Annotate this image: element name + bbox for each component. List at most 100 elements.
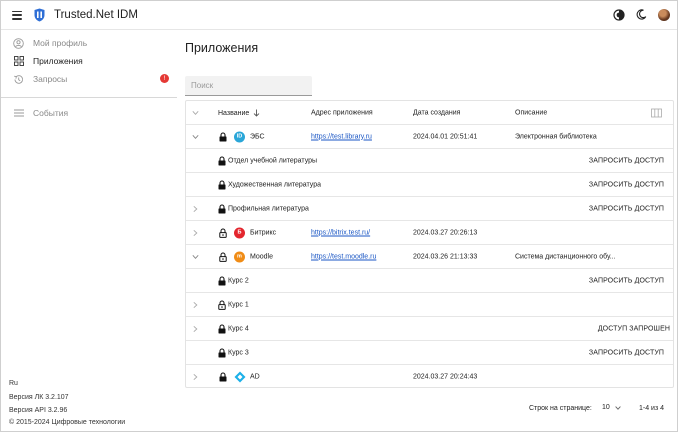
- table-row-resource: Курс 1: [186, 293, 673, 317]
- rows-per-page-select[interactable]: 10: [602, 404, 621, 411]
- lock-icon: [219, 131, 227, 141]
- sidebar-item-applications[interactable]: Приложения: [1, 52, 177, 70]
- table-row-resource: Курс 2 ЗАПРОСИТЬ ДОСТУП: [186, 269, 673, 293]
- lock-icon: [218, 275, 226, 285]
- request-access-button[interactable]: ЗАПРОСИТЬ ДОСТУП: [589, 349, 664, 356]
- app-window: Trusted.Net IDM Мой профиль Приложения З…: [0, 0, 678, 432]
- collapse-icon[interactable]: [192, 253, 199, 260]
- request-access-button[interactable]: ЗАПРОСИТЬ ДОСТУП: [589, 181, 664, 188]
- sidebar-item-label: Запросы: [33, 74, 68, 84]
- table-header-row: Название Адрес приложения Дата создания …: [186, 101, 673, 125]
- rows-per-page-label: Строк на странице:: [529, 405, 592, 412]
- resource-name: Курс 4: [228, 325, 249, 332]
- lk-version: Версия ЛК 3.2.107: [9, 394, 69, 401]
- app-description: Система дистанционного обу...: [515, 253, 616, 260]
- chevron-right-icon[interactable]: [192, 205, 199, 212]
- collapse-icon[interactable]: [192, 133, 199, 140]
- language-switch[interactable]: Ru: [9, 380, 18, 387]
- lock-open-icon: [218, 300, 226, 310]
- app-name: Moodle: [250, 253, 273, 260]
- pagination-range: 1-4 из 4: [639, 405, 665, 412]
- column-header-description[interactable]: Описание: [515, 109, 547, 116]
- lock-icon: [218, 179, 226, 189]
- bitrix-logo-icon: Б: [234, 227, 245, 238]
- column-header-url[interactable]: Адрес приложения: [311, 109, 373, 116]
- sidebar-item-profile[interactable]: Мой профиль: [1, 34, 177, 52]
- app-name: AD: [250, 373, 260, 380]
- request-access-button[interactable]: ЗАПРОСИТЬ ДОСТУП: [589, 277, 664, 284]
- sidebar-divider: [1, 97, 177, 98]
- applications-table: Название Адрес приложения Дата создания …: [185, 100, 674, 388]
- table-row-app-ad[interactable]: AD 2024.03.27 20:24:43: [186, 365, 673, 388]
- request-access-button[interactable]: ЗАПРОСИТЬ ДОСТУП: [589, 157, 664, 164]
- app-name: Битрикс: [250, 229, 277, 236]
- column-header-date[interactable]: Дата создания: [413, 109, 460, 116]
- page-title: Приложения: [185, 41, 259, 55]
- columns-icon[interactable]: [651, 108, 662, 117]
- table-row-resource: Профильная литература ЗАПРОСИТЬ ДОСТУП: [186, 197, 673, 221]
- app-date: 2024.03.27 20:26:13: [413, 229, 478, 236]
- request-access-button[interactable]: ЗАПРОСИТЬ ДОСТУП: [589, 205, 664, 212]
- app-date: 2024.03.27 20:24:43: [413, 373, 478, 380]
- moon-icon[interactable]: [635, 8, 648, 21]
- sidebar: Мой профиль Приложения Запросы ! События…: [1, 30, 177, 431]
- rows-per-page-value: 10: [602, 404, 610, 411]
- lock-icon: [218, 347, 226, 357]
- moodle-logo-icon: m: [234, 251, 245, 262]
- lock-icon: [218, 155, 226, 165]
- chevron-right-icon[interactable]: [192, 229, 199, 236]
- search-input[interactable]: [185, 76, 312, 96]
- resource-name: Профильная литература: [228, 205, 309, 212]
- resource-name: Курс 2: [228, 277, 249, 284]
- ebs-logo-icon: ID: [234, 131, 245, 142]
- resource-name: Курс 3: [228, 349, 249, 356]
- lock-icon: [219, 371, 227, 381]
- table-row-resource: Курс 3 ЗАПРОСИТЬ ДОСТУП: [186, 341, 673, 365]
- top-app-bar: Trusted.Net IDM: [1, 1, 677, 30]
- lock-open-icon: [219, 252, 227, 262]
- column-header-label: Название: [218, 109, 250, 117]
- copyright: © 2015-2024 Цифровые технологии: [9, 419, 126, 426]
- sort-arrow-down-icon: [253, 109, 260, 117]
- sidebar-item-events[interactable]: События: [1, 104, 177, 122]
- sidebar-item-requests[interactable]: Запросы !: [1, 70, 177, 88]
- app-description: Электронная библиотека: [515, 133, 597, 140]
- resource-name: Отдел учебной литературы: [228, 157, 318, 164]
- table-row-resource: Художественная литература ЗАПРОСИТЬ ДОСТ…: [186, 173, 673, 197]
- apps-grid-icon: [13, 56, 24, 67]
- chevron-right-icon[interactable]: [192, 373, 199, 380]
- table-row-app-ebs[interactable]: ID ЭБС https://test.library.ru 2024.04.0…: [186, 125, 673, 149]
- trusted-logo-icon: [34, 8, 45, 22]
- resource-name: Курс 1: [228, 301, 249, 308]
- table-row-app-moodle[interactable]: m Moodle https://test.moodle.ru 2024.03.…: [186, 245, 673, 269]
- main-content: Приложения Название Адрес приложения Дат…: [177, 30, 677, 431]
- column-header-name[interactable]: Название: [218, 109, 260, 117]
- history-icon: [13, 74, 24, 85]
- avatar[interactable]: [658, 8, 670, 21]
- access-requested-status: ДОСТУП ЗАПРОШЕН: [597, 325, 670, 332]
- expand-all-icon[interactable]: [192, 109, 199, 116]
- app-date: 2024.04.01 20:51:41: [413, 133, 478, 140]
- app-title: Trusted.Net IDM: [54, 9, 138, 21]
- list-lines-icon: [13, 108, 24, 119]
- app-date: 2024.03.26 21:13:33: [413, 253, 478, 260]
- account-circle-icon: [13, 37, 24, 49]
- table-row-app-bitrix[interactable]: Б Битрикс https://bitrix.test.ru/ 2024.0…: [186, 221, 673, 245]
- requests-badge: !: [160, 74, 169, 83]
- lock-icon: [218, 323, 226, 333]
- contrast-icon[interactable]: [612, 8, 625, 21]
- chevron-right-icon[interactable]: [192, 325, 199, 332]
- app-url-link[interactable]: https://test.moodle.ru: [311, 253, 376, 260]
- lock-open-icon: [219, 228, 227, 238]
- sidebar-item-label: События: [33, 108, 69, 118]
- app-name: ЭБС: [250, 133, 265, 140]
- api-version: Версия API 3.2.96: [9, 407, 68, 414]
- table-row-resource: Курс 4 ДОСТУП ЗАПРОШЕН: [186, 317, 673, 341]
- app-url-link[interactable]: https://test.library.ru: [311, 133, 372, 140]
- sidebar-item-label: Приложения: [33, 56, 83, 66]
- app-url-link[interactable]: https://bitrix.test.ru/: [311, 229, 370, 236]
- menu-icon[interactable]: [12, 10, 22, 20]
- lock-icon: [218, 203, 226, 213]
- chevron-right-icon[interactable]: [192, 301, 199, 308]
- table-row-resource: Отдел учебной литературы ЗАПРОСИТЬ ДОСТУ…: [186, 149, 673, 173]
